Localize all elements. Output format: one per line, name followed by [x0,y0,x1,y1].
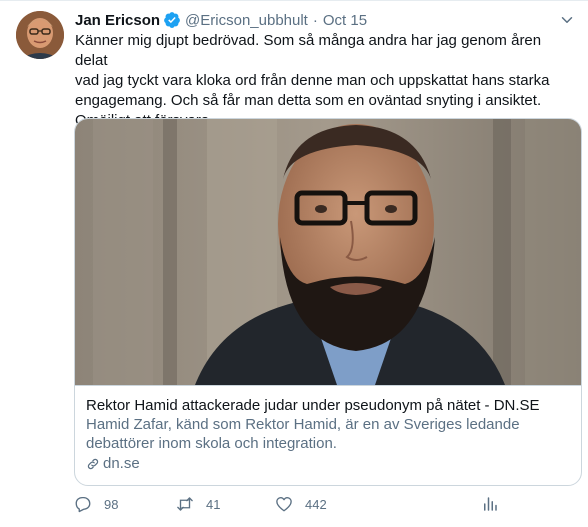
card-domain-text: dn.se [103,455,140,472]
reply-icon [75,496,91,513]
like-button[interactable]: 442 [275,495,327,513]
link-icon [87,458,99,469]
verified-badge-icon [164,12,180,28]
tweet-text-line: vad jag tyckt vara kloka ord från denne … [75,72,550,89]
card-image[interactable] [75,119,581,385]
tweet-date[interactable]: Oct 15 [323,12,367,29]
avatar[interactable] [16,11,64,59]
tweet[interactable]: Jan Ericson @Ericson_ubbhult · Oct 15 Kä… [0,0,588,527]
tweet-text: Känner mig djupt bedrövad. Som så många … [75,31,575,131]
chevron-down-icon[interactable] [558,11,576,29]
tweet-actions: 98 41 442 [74,495,574,517]
heart-icon [276,497,292,512]
author-handle[interactable]: @Ericson_ubbhult [185,12,308,29]
reply-count: 98 [104,496,119,512]
author-name[interactable]: Jan Ericson [75,12,160,29]
reply-button[interactable]: 98 [74,495,118,513]
retweet-button[interactable]: 41 [176,495,220,513]
separator-dot: · [312,11,318,29]
analytics-button[interactable] [481,495,511,513]
analytics-icon [484,497,497,511]
card-title[interactable]: Rektor Hamid attackerade judar under pse… [86,396,569,415]
like-count: 442 [305,496,327,512]
tweet-header: Jan Ericson @Ericson_ubbhult · Oct 15 [75,9,367,31]
retweet-count: 41 [206,496,221,512]
card-meta[interactable]: Rektor Hamid attackerade judar under pse… [75,385,581,485]
tweet-text-line: Känner mig djupt bedrövad. Som så många … [75,32,542,69]
card-description-line: Hamid Zafar, känd som Rektor Hamid, är e… [86,416,520,433]
tweet-text-line: engagemang. Och så får man detta som en … [75,92,542,109]
card-description: Hamid Zafar, känd som Rektor Hamid, är e… [86,415,569,453]
retweet-icon [177,497,193,511]
card-domain[interactable]: dn.se [86,454,569,473]
link-card[interactable]: Rektor Hamid attackerade judar under pse… [74,118,582,486]
card-description-line: debattörer inom skola och integration. [86,435,337,452]
